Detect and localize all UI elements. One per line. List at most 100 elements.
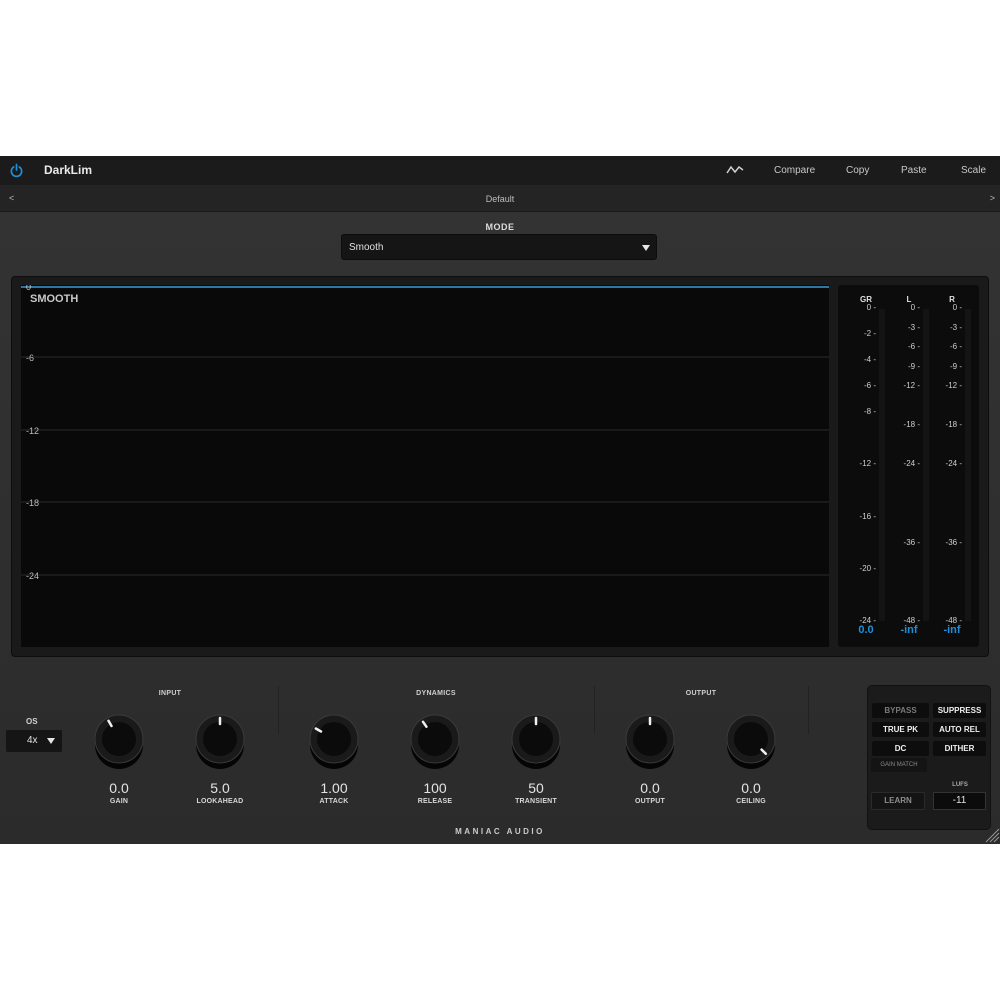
gain-match-toggle[interactable]: GAIN MATCH bbox=[871, 758, 927, 772]
knob-gain[interactable]: 0.0 GAIN bbox=[79, 714, 159, 810]
mode-value: Smooth bbox=[349, 242, 384, 253]
knob-transient[interactable]: 50 TRANSIENT bbox=[496, 714, 576, 810]
dc-toggle[interactable]: DC bbox=[872, 741, 929, 756]
r-readout: -inf bbox=[943, 624, 961, 636]
knob-value: 100 bbox=[423, 780, 447, 796]
r-scale: 0 --3 --6 --9 --12 --18 --24 --36 --48 - bbox=[946, 303, 963, 625]
graph-svg: 0 -6 -12 -18 -24 bbox=[21, 285, 829, 581]
section-output-title: OUTPUT bbox=[685, 690, 717, 697]
knob-value: 1.00 bbox=[320, 780, 348, 796]
knob-icon[interactable] bbox=[94, 714, 144, 770]
lufs-target-field[interactable]: -11 bbox=[933, 792, 986, 810]
knob-value: 5.0 bbox=[210, 780, 230, 796]
auto-release-toggle[interactable]: AUTO REL bbox=[933, 722, 986, 737]
automation-curve-icon[interactable] bbox=[726, 164, 744, 176]
meter-scale-label: 0 - bbox=[867, 303, 877, 312]
graph-y-label: -6 bbox=[26, 353, 34, 363]
power-icon[interactable] bbox=[9, 163, 24, 178]
knob-icon[interactable] bbox=[726, 714, 776, 770]
knob-icon[interactable] bbox=[195, 714, 245, 770]
true-peak-toggle[interactable]: TRUE PK bbox=[872, 722, 929, 737]
gain-reduction-graph: 0 -6 -12 -18 -24 SMOOTH bbox=[21, 285, 829, 647]
display-panel: 0 -6 -12 -18 -24 SMOOTH GR L R 0 - -2 - -4… bbox=[11, 276, 989, 657]
os-value: 4x bbox=[27, 735, 38, 746]
lufs-label: LUFS bbox=[952, 782, 968, 788]
paste-button[interactable]: Paste bbox=[901, 165, 927, 176]
knob-attack[interactable]: 1.00 ATTACK bbox=[294, 714, 374, 810]
dither-toggle[interactable]: DITHER bbox=[933, 741, 986, 756]
preset-name[interactable]: Default bbox=[0, 194, 1000, 204]
knob-label: LOOKAHEAD bbox=[196, 798, 244, 805]
meter-scale-label: -24 - bbox=[904, 459, 921, 468]
knob-icon[interactable] bbox=[410, 714, 460, 770]
knob-icon[interactable] bbox=[309, 714, 359, 770]
meter-scale-label: -3 - bbox=[950, 323, 962, 332]
level-meters: GR L R 0 - -2 - -4 - -6 - -8 - -12 - -16 - -20 … bbox=[838, 285, 979, 647]
meter-scale-label: -8 - bbox=[864, 407, 876, 416]
dropdown-arrow-icon bbox=[642, 245, 650, 251]
scale-button[interactable]: Scale bbox=[961, 165, 986, 176]
graph-y-label: 0 bbox=[26, 285, 31, 292]
meter-scale-label: 0 - bbox=[911, 303, 921, 312]
section-divider bbox=[278, 686, 279, 734]
knob-ceiling[interactable]: 0.0 CEILING bbox=[711, 714, 791, 810]
knob-release[interactable]: 100 RELEASE bbox=[395, 714, 475, 810]
oversampling-dropdown[interactable]: 4x bbox=[6, 730, 62, 752]
knob-label: TRANSIENT bbox=[515, 798, 557, 805]
meter-scale-label: -36 - bbox=[946, 538, 963, 547]
gr-readout: 0.0 bbox=[858, 624, 874, 636]
brand-logo: MANIAC AUDIO bbox=[455, 827, 545, 836]
knob-label: CEILING bbox=[736, 798, 766, 805]
meter-scale-label: -6 - bbox=[950, 342, 962, 351]
knob-label: GAIN bbox=[109, 798, 129, 805]
resize-grip-icon[interactable] bbox=[982, 825, 1000, 843]
knob-label: ATTACK bbox=[319, 798, 349, 805]
section-dynamics-title: DYNAMICS bbox=[416, 690, 456, 697]
knob-lookahead[interactable]: 5.0 LOOKAHEAD bbox=[180, 714, 260, 810]
l-meter-bar bbox=[923, 309, 929, 621]
meter-scale-label: -12 - bbox=[904, 381, 921, 390]
gr-meter-bar bbox=[879, 309, 885, 621]
knob-icon[interactable] bbox=[625, 714, 675, 770]
section-divider bbox=[594, 686, 595, 734]
meter-scale-label: -6 - bbox=[864, 381, 876, 390]
copy-button[interactable]: Copy bbox=[846, 165, 869, 176]
meter-scale-label: -9 - bbox=[950, 362, 962, 371]
meter-scale-label: -2 - bbox=[864, 329, 876, 338]
knob-value: 50 bbox=[528, 780, 544, 796]
meter-scale-label: -18 - bbox=[904, 420, 921, 429]
mode-dropdown[interactable]: Smooth bbox=[341, 234, 657, 260]
meter-scale-label: -12 - bbox=[860, 459, 877, 468]
os-label: OS bbox=[26, 717, 38, 726]
compare-button[interactable]: Compare bbox=[774, 165, 815, 176]
l-scale: 0 --3 --6 --9 --12 --18 --24 --36 --48 - bbox=[904, 303, 921, 625]
preset-next-button[interactable]: > bbox=[990, 193, 995, 203]
meter-scale-label: -12 - bbox=[946, 381, 963, 390]
meter-scale-label: -20 - bbox=[860, 564, 877, 573]
knob-label: OUTPUT bbox=[635, 798, 665, 805]
meter-scale-label: -3 - bbox=[908, 323, 920, 332]
graph-y-label: -12 bbox=[26, 426, 39, 436]
meter-scale-label: -16 - bbox=[860, 512, 877, 521]
meter-scale-label: -6 - bbox=[908, 342, 920, 351]
knob-output[interactable]: 0.0 OUTPUT bbox=[610, 714, 690, 810]
meter-svg: GR L R 0 --2 --4 --6 --8 --12 --16 --20 … bbox=[860, 295, 971, 625]
learn-button[interactable]: LEARN bbox=[871, 792, 925, 810]
mode-label: MODE bbox=[485, 222, 515, 232]
knob-value: 0.0 bbox=[741, 780, 761, 796]
meter-scale-label: -9 - bbox=[908, 362, 920, 371]
preset-bar: < Default > bbox=[0, 185, 1000, 212]
r-meter-bar bbox=[965, 309, 971, 621]
host-header: DarkLim Compare Copy Paste Scale bbox=[0, 156, 1000, 185]
suppress-toggle[interactable]: SUPPRESS bbox=[933, 703, 986, 718]
graph-mode-text: SMOOTH bbox=[30, 293, 79, 305]
knob-icon[interactable] bbox=[511, 714, 561, 770]
meter-scale-label: -36 - bbox=[904, 538, 921, 547]
gr-scale: 0 --2 --4 --6 --8 --12 --16 --20 --24 - bbox=[860, 303, 877, 625]
dropdown-arrow-icon bbox=[47, 738, 55, 744]
options-panel: BYPASS SUPPRESS TRUE PK AUTO REL DC DITH… bbox=[867, 685, 991, 830]
knob-label: RELEASE bbox=[417, 798, 453, 805]
meter-scale-label: 0 - bbox=[953, 303, 963, 312]
graph-y-label: -18 bbox=[26, 498, 39, 508]
bypass-toggle[interactable]: BYPASS bbox=[872, 703, 929, 718]
